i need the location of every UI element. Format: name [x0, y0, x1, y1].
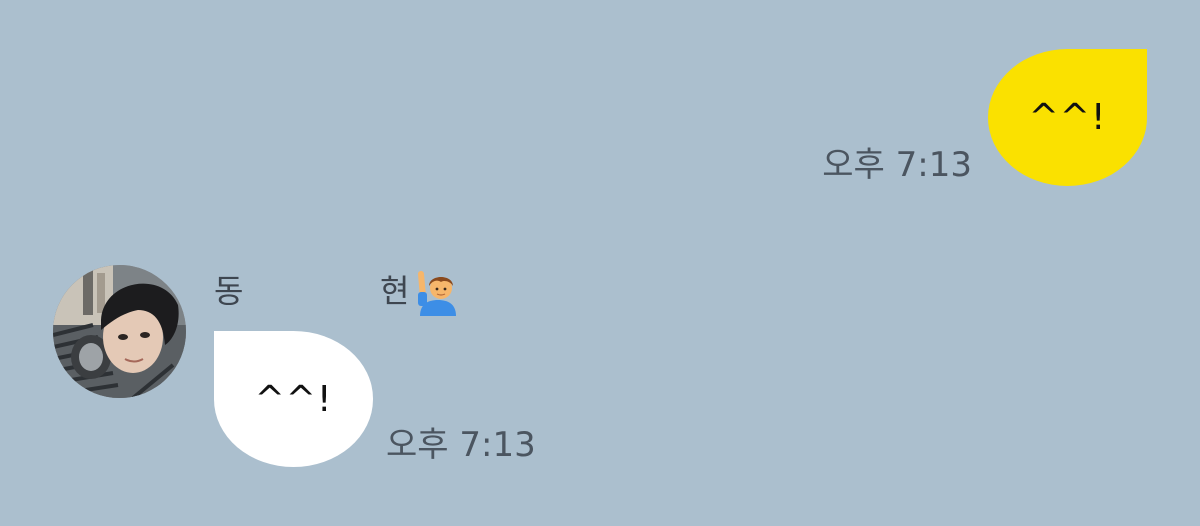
outgoing-message-bubble[interactable]: ^^!: [988, 49, 1147, 186]
sender-avatar[interactable]: [53, 265, 186, 398]
incoming-message-bubble[interactable]: ^^!: [214, 331, 373, 467]
incoming-message-text: ^^!: [254, 378, 333, 420]
sender-name-last: 현: [380, 272, 410, 310]
outgoing-message-text: ^^!: [1028, 97, 1107, 138]
sender-name-first: 동: [214, 272, 244, 310]
sender-name: 동 현: [214, 266, 474, 316]
outgoing-timestamp: 오후 7:13: [822, 145, 972, 185]
incoming-timestamp: 오후 7:13: [386, 425, 536, 465]
man-raising-hand-emoji-icon: [418, 271, 456, 316]
avatar-photo-icon: [53, 265, 186, 398]
